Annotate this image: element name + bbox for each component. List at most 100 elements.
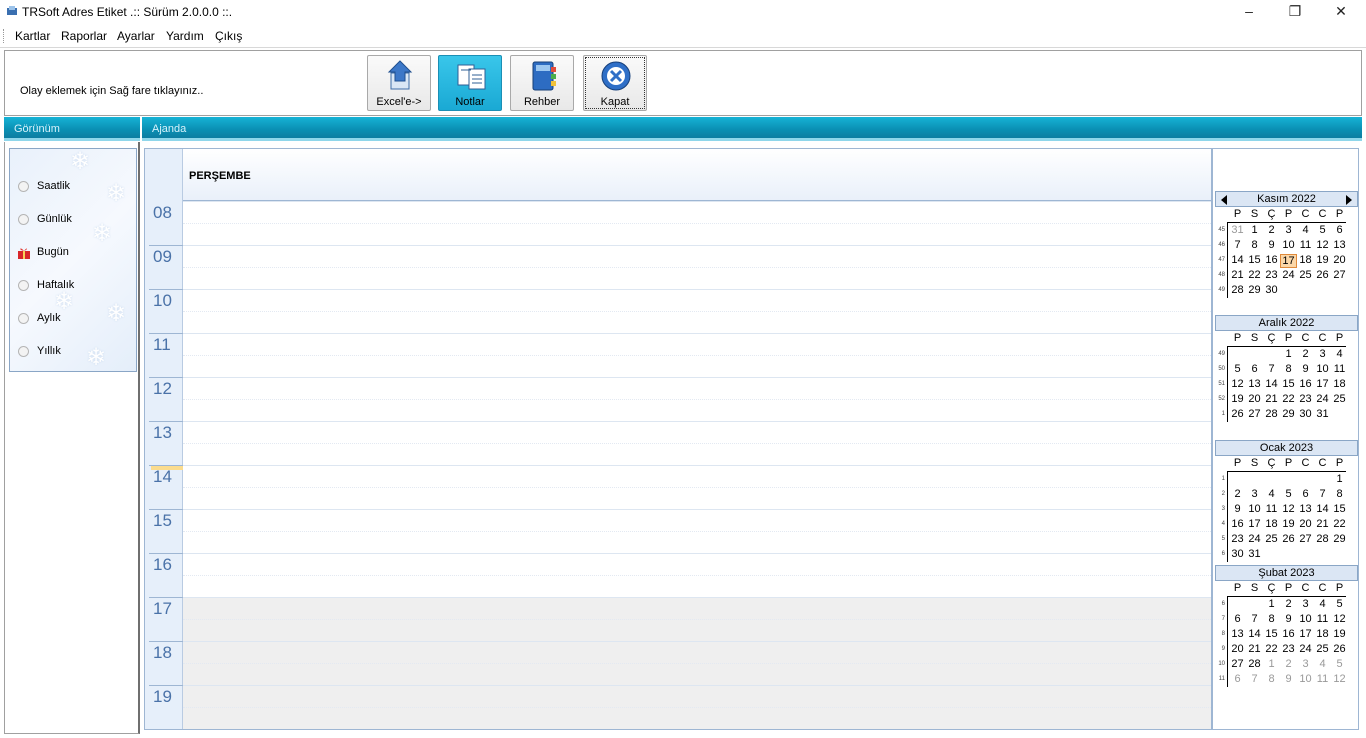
calendar-day[interactable]: 23: [1229, 533, 1246, 545]
calendar-day[interactable]: 11: [1314, 673, 1331, 685]
calendar-day[interactable]: 3: [1297, 598, 1314, 610]
calendar-day[interactable]: 10: [1297, 613, 1314, 625]
time-slot[interactable]: [183, 245, 1211, 246]
calendar-day[interactable]: 10: [1314, 363, 1331, 375]
calendar-day[interactable]: 1: [1280, 348, 1297, 360]
calendar-day[interactable]: 6: [1229, 673, 1246, 685]
calendar-day[interactable]: 22: [1246, 269, 1263, 281]
calendar-day[interactable]: 2: [1280, 658, 1297, 670]
calendar-day[interactable]: 18: [1331, 378, 1348, 390]
calendar-day[interactable]: 12: [1314, 239, 1331, 251]
calendar-day[interactable]: 9: [1280, 613, 1297, 625]
calendar-day[interactable]: 7: [1246, 613, 1263, 625]
calendar-day[interactable]: 9: [1263, 239, 1280, 251]
close-window-button[interactable]: ✕: [1318, 0, 1364, 24]
calendar-day[interactable]: 8: [1263, 673, 1280, 685]
calendar-day[interactable]: 21: [1246, 643, 1263, 655]
addressbook-button[interactable]: Rehber: [510, 55, 574, 111]
calendar-day[interactable]: 15: [1280, 378, 1297, 390]
calendar-day[interactable]: 4: [1297, 224, 1314, 236]
calendar-day[interactable]: 16: [1280, 628, 1297, 640]
calendar-day[interactable]: 31: [1314, 408, 1331, 420]
calendar-day[interactable]: 17: [1280, 254, 1297, 268]
calendar-day[interactable]: 26: [1229, 408, 1246, 420]
calendar-day[interactable]: 30: [1229, 548, 1246, 560]
calendar-day[interactable]: 8: [1246, 239, 1263, 251]
calendar-day[interactable]: 27: [1246, 408, 1263, 420]
calendar-day[interactable]: 24: [1246, 533, 1263, 545]
calendar-day[interactable]: 17: [1246, 518, 1263, 530]
time-slot-half[interactable]: [183, 355, 1211, 356]
calendar-day[interactable]: 1: [1263, 598, 1280, 610]
calendar-day[interactable]: 16: [1297, 378, 1314, 390]
calendar-day[interactable]: 3: [1297, 658, 1314, 670]
calendar-day[interactable]: 28: [1246, 658, 1263, 670]
time-slot[interactable]: [183, 289, 1211, 290]
calendar-day[interactable]: 1: [1263, 658, 1280, 670]
menu-yardim[interactable]: Yardım: [166, 29, 204, 43]
radio-aylik[interactable]: [18, 313, 29, 324]
calendar-day[interactable]: 5: [1280, 488, 1297, 500]
calendar-day[interactable]: 11: [1314, 613, 1331, 625]
calendar-day[interactable]: 27: [1229, 658, 1246, 670]
calendar-day[interactable]: 20: [1331, 254, 1348, 266]
calendar-day[interactable]: 21: [1229, 269, 1246, 281]
calendar-day[interactable]: 4: [1314, 658, 1331, 670]
calendar-day[interactable]: 21: [1263, 393, 1280, 405]
calendar-day[interactable]: 3: [1280, 224, 1297, 236]
calendar-day[interactable]: 20: [1297, 518, 1314, 530]
calendar-day[interactable]: 6: [1246, 363, 1263, 375]
calendar-day[interactable]: 22: [1331, 518, 1348, 530]
calendar-day[interactable]: 19: [1229, 393, 1246, 405]
calendar-day[interactable]: 29: [1246, 284, 1263, 296]
calendar-day[interactable]: 20: [1246, 393, 1263, 405]
menu-cikis[interactable]: Çıkış: [215, 29, 242, 43]
time-slot[interactable]: [183, 333, 1211, 334]
calendar-day[interactable]: 28: [1314, 533, 1331, 545]
radio-saatlik[interactable]: [18, 181, 29, 192]
calendar-day[interactable]: 17: [1314, 378, 1331, 390]
calendar-day[interactable]: 26: [1280, 533, 1297, 545]
calendar-day[interactable]: 12: [1280, 503, 1297, 515]
calendar-day[interactable]: 18: [1297, 254, 1314, 266]
calendar-day[interactable]: 12: [1331, 613, 1348, 625]
calendar-day[interactable]: 28: [1263, 408, 1280, 420]
time-slot-half[interactable]: [183, 531, 1211, 532]
next-month-icon[interactable]: [1346, 195, 1352, 205]
radio-gunluk[interactable]: [18, 214, 29, 225]
calendar-day[interactable]: 16: [1263, 254, 1280, 266]
notes-button[interactable]: Notlar: [438, 55, 502, 111]
calendar-day[interactable]: 7: [1229, 239, 1246, 251]
calendar-day[interactable]: 19: [1331, 628, 1348, 640]
calendar-day[interactable]: 19: [1314, 254, 1331, 266]
calendar-day[interactable]: 18: [1314, 628, 1331, 640]
calendar-day[interactable]: 24: [1314, 393, 1331, 405]
prev-month-icon[interactable]: [1221, 195, 1227, 205]
calendar-day[interactable]: 2: [1280, 598, 1297, 610]
calendar-day[interactable]: 12: [1229, 378, 1246, 390]
calendar-day[interactable]: 15: [1263, 628, 1280, 640]
calendar-day[interactable]: 14: [1263, 378, 1280, 390]
calendar-day[interactable]: 25: [1314, 643, 1331, 655]
calendar-day[interactable]: 11: [1331, 363, 1348, 375]
calendar-day[interactable]: 11: [1263, 503, 1280, 515]
calendar-day[interactable]: 14: [1229, 254, 1246, 266]
calendar-day[interactable]: 29: [1280, 408, 1297, 420]
calendar-day[interactable]: 15: [1331, 503, 1348, 515]
calendar-day[interactable]: 30: [1297, 408, 1314, 420]
time-slot[interactable]: [183, 465, 1211, 466]
calendar-day[interactable]: 23: [1280, 643, 1297, 655]
calendar-day[interactable]: 3: [1314, 348, 1331, 360]
minimize-button[interactable]: –: [1226, 0, 1272, 24]
time-slot-half[interactable]: [183, 223, 1211, 224]
menu-kartlar[interactable]: Kartlar: [15, 29, 50, 43]
calendar-day[interactable]: 19: [1280, 518, 1297, 530]
calendar-day[interactable]: 27: [1331, 269, 1348, 281]
calendar-day[interactable]: 14: [1314, 503, 1331, 515]
calendar-day[interactable]: 8: [1331, 488, 1348, 500]
calendar-day[interactable]: 1: [1246, 224, 1263, 236]
radio-yillik[interactable]: [18, 346, 29, 357]
calendar-day[interactable]: 14: [1246, 628, 1263, 640]
calendar-day[interactable]: 13: [1246, 378, 1263, 390]
calendar-day[interactable]: 17: [1297, 628, 1314, 640]
